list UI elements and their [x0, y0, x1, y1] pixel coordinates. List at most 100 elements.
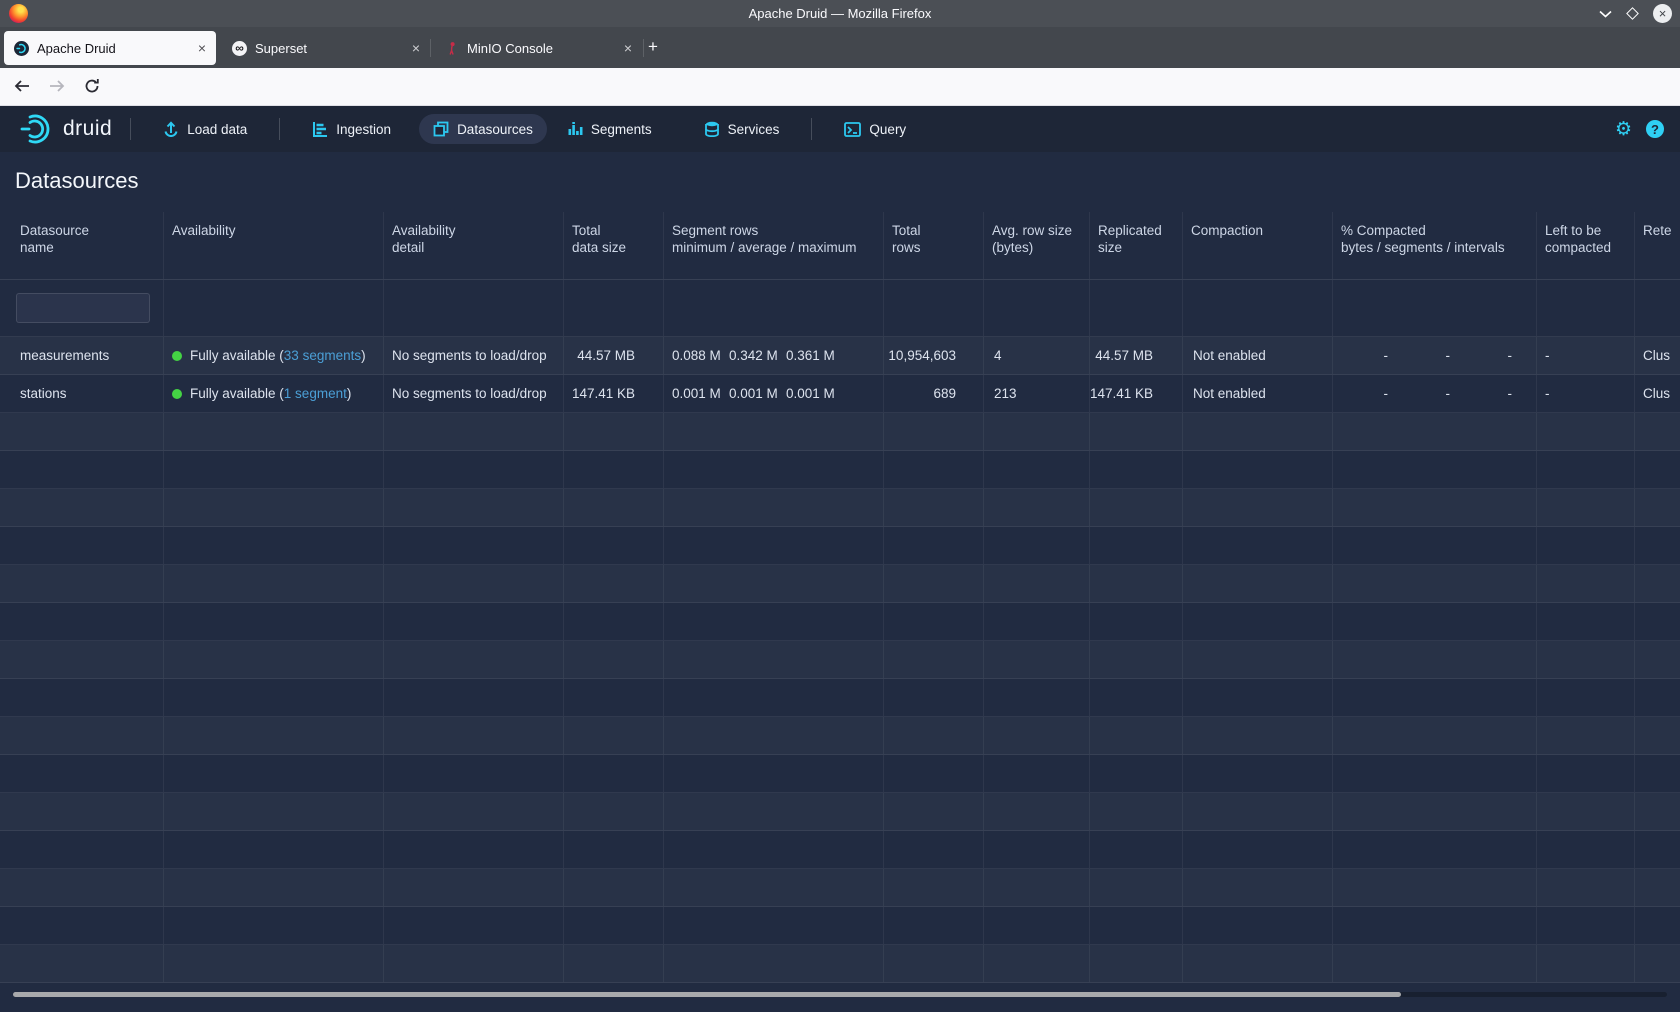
cell-segment_rows — [664, 679, 884, 716]
segments-link[interactable]: 1 segment — [284, 386, 347, 401]
cell-replicated_size: 44.57 MB — [1090, 337, 1183, 374]
cell-total_size — [564, 679, 664, 716]
cell-detail: No segments to load/drop — [384, 375, 564, 412]
filter-cell-replicated_size — [1090, 280, 1183, 336]
nav-item-ingestion[interactable]: Ingestion — [298, 114, 405, 144]
navbar-divider — [811, 118, 812, 140]
navbar-divider — [279, 118, 280, 140]
cell-total_size — [564, 489, 664, 526]
nav-item-services[interactable]: Services — [690, 114, 794, 144]
window-maximize-icon[interactable] — [1626, 7, 1639, 20]
column-header-detail[interactable]: Availability detail — [384, 212, 564, 279]
cell-name — [0, 413, 164, 450]
column-header-replicated_size[interactable]: Replicated size — [1090, 212, 1183, 279]
cell-replicated_size — [1090, 527, 1183, 564]
tab-superset[interactable]: ∞ Superset × — [222, 31, 430, 65]
filter-cell-total_rows — [884, 280, 984, 336]
column-header-total_size[interactable]: Total data size — [564, 212, 664, 279]
cell-replicated_size — [1090, 907, 1183, 944]
column-header-left_to_compact[interactable]: Left to be compacted — [1537, 212, 1635, 279]
cell-detail — [384, 451, 564, 488]
cell-total_size — [564, 641, 664, 678]
datasource-name-filter-input[interactable] — [16, 293, 150, 323]
nav-item-label: Datasources — [457, 122, 533, 137]
cell-name — [0, 489, 164, 526]
cell-segment_rows — [664, 565, 884, 602]
table-row-empty — [0, 869, 1680, 907]
tab-close-icon[interactable]: × — [624, 40, 632, 56]
cell-pct_compacted — [1333, 489, 1537, 526]
cell-retention — [1635, 945, 1680, 982]
cell-total_size: 147.41 KB — [564, 375, 664, 412]
reload-icon[interactable] — [84, 78, 100, 94]
cell-compaction — [1183, 451, 1333, 488]
cell-availability — [164, 413, 384, 450]
cell-segment_rows — [664, 869, 884, 906]
cell-total_rows — [884, 679, 984, 716]
cell-segment_rows — [664, 451, 884, 488]
column-header-name[interactable]: Datasource name — [0, 212, 164, 279]
horizontal-scrollbar-thumb[interactable] — [13, 992, 1401, 997]
column-header-avg_row_size[interactable]: Avg. row size (bytes) — [984, 212, 1090, 279]
tab-close-icon[interactable]: × — [412, 40, 420, 56]
cell-compaction — [1183, 413, 1333, 450]
cell-retention — [1635, 489, 1680, 526]
forward-icon[interactable] — [48, 78, 65, 94]
cell-left_to_compact — [1537, 451, 1635, 488]
cell-left_to_compact — [1537, 413, 1635, 450]
druid-brand[interactable]: druid — [20, 112, 112, 146]
window-minimize-icon[interactable] — [1599, 10, 1612, 18]
cell-name — [0, 717, 164, 754]
nav-item-label: Ingestion — [336, 122, 391, 137]
nav-item-query[interactable]: Query — [830, 115, 920, 144]
column-header-total_rows[interactable]: Total rows — [884, 212, 984, 279]
cell-segment_rows — [664, 831, 884, 868]
settings-gear-icon[interactable]: ⚙ — [1615, 120, 1632, 139]
upload-icon — [163, 121, 179, 137]
nav-item-segments[interactable]: Segments — [553, 114, 666, 144]
cell-replicated_size — [1090, 679, 1183, 716]
cell-compaction — [1183, 489, 1333, 526]
back-icon[interactable] — [14, 78, 31, 94]
tab-separator — [430, 39, 431, 57]
cell-total_size — [564, 717, 664, 754]
cell-total_rows — [884, 413, 984, 450]
column-header-compaction[interactable]: Compaction — [1183, 212, 1333, 279]
nav-item-load-data[interactable]: Load data — [149, 114, 261, 144]
column-header-segment_rows[interactable]: Segment rows minimum / average / maximum — [664, 212, 884, 279]
cell-total_size — [564, 565, 664, 602]
cell-avg_row_size — [984, 565, 1090, 602]
cell-total_rows: 10,954,603 — [884, 337, 984, 374]
cell-retention — [1635, 603, 1680, 640]
tab-minio-console[interactable]: MinIO Console × — [434, 31, 642, 65]
segments-link[interactable]: 33 segments — [284, 348, 361, 363]
cell-detail — [384, 527, 564, 564]
nav-item-datasources[interactable]: Datasources — [419, 114, 547, 144]
cell-replicated_size — [1090, 717, 1183, 754]
cell-segment_rows — [664, 755, 884, 792]
column-header-availability[interactable]: Availability — [164, 212, 384, 279]
console-icon — [844, 122, 861, 137]
cell-avg_row_size — [984, 945, 1090, 982]
table-row-empty — [0, 945, 1680, 983]
new-tab-button[interactable]: + — [648, 37, 658, 57]
column-header-pct_compacted[interactable]: % Compacted bytes / segments / intervals — [1333, 212, 1537, 279]
cell-total_rows — [884, 489, 984, 526]
cell-replicated_size — [1090, 603, 1183, 640]
cell-availability — [164, 831, 384, 868]
tab-apache-druid[interactable]: Apache Druid × — [4, 31, 216, 65]
table-header-row: Datasource nameAvailabilityAvailability … — [0, 212, 1680, 280]
cell-pct_compacted — [1333, 565, 1537, 602]
cell-pct_compacted — [1333, 793, 1537, 830]
cell-availability — [164, 451, 384, 488]
column-header-retention[interactable]: Rete — [1635, 212, 1680, 279]
tab-close-icon[interactable]: × — [198, 40, 206, 56]
help-icon[interactable]: ? — [1646, 120, 1664, 138]
bar-chart-icon — [567, 121, 583, 137]
filter-cell-compaction — [1183, 280, 1333, 336]
cell-segment_rows: 0.001 M0.001 M0.001 M — [664, 375, 884, 412]
window-close-icon[interactable]: × — [1653, 4, 1672, 23]
table-row-empty — [0, 793, 1680, 831]
cell-compaction — [1183, 945, 1333, 982]
cell-replicated_size — [1090, 755, 1183, 792]
